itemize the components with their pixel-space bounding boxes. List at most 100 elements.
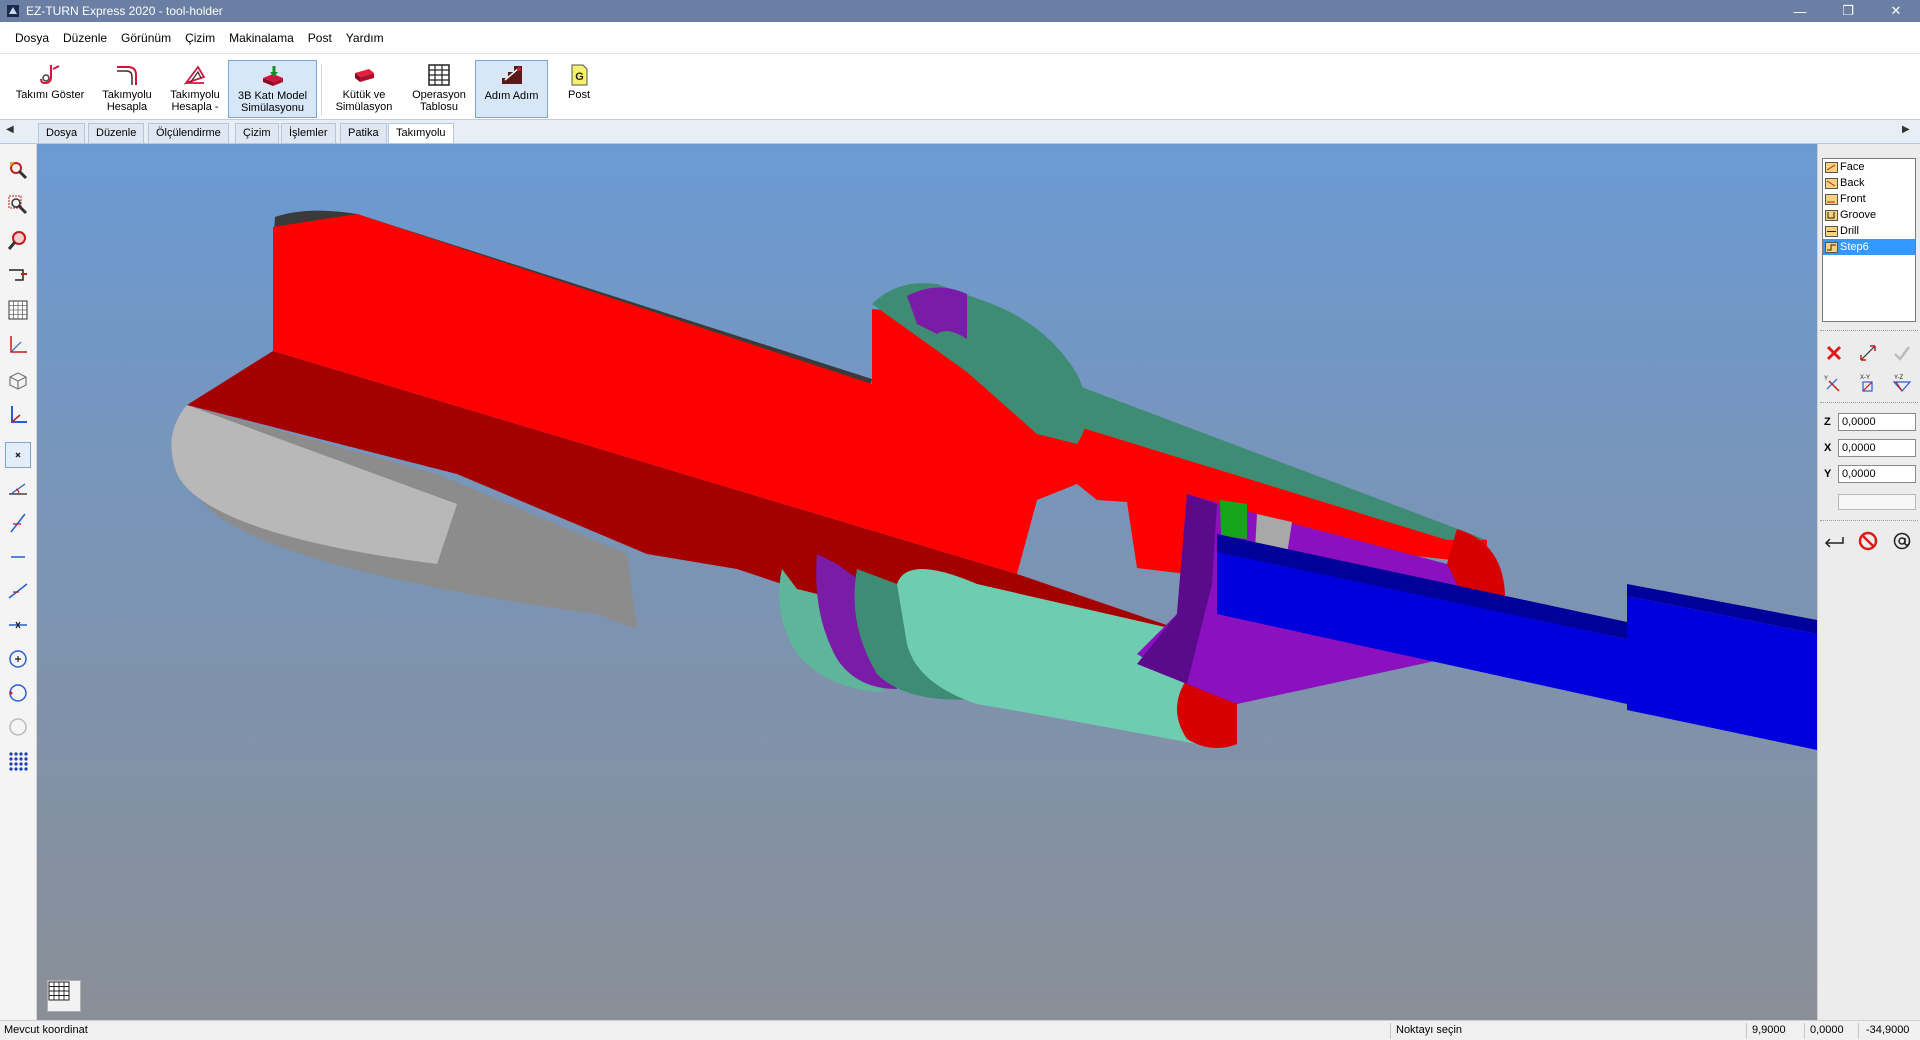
restore-button[interactable]: ❐ (1824, 0, 1872, 22)
menu-dosya[interactable]: Dosya (8, 22, 56, 54)
svg-text:Y-Z: Y-Z (1894, 375, 1903, 381)
minimize-button[interactable]: — (1776, 0, 1824, 22)
cancel-button[interactable] (1854, 528, 1882, 554)
step-by-step-button[interactable]: Adım Adım (475, 60, 548, 118)
3d-viewport[interactable] (37, 144, 1817, 1020)
horizontal-line-tool[interactable] (5, 544, 31, 570)
stock-simulation-button[interactable]: Kütük ve Simülasyon (326, 60, 402, 118)
status-bar: Mevcut koordinat Noktayı seçin 9,9000 0,… (0, 1020, 1920, 1040)
point-grid-tool[interactable] (5, 748, 31, 774)
right-panel: Face Back Front Groove Drill Step6 Y X-Y… (1817, 144, 1920, 1020)
menu-duzenle[interactable]: Düzenle (56, 22, 114, 54)
delete-button[interactable] (1820, 340, 1848, 366)
tab-patika[interactable]: Patika (340, 123, 387, 143)
yz-plane-icon: Y (1824, 376, 1840, 392)
tab-scroll-right-icon[interactable]: ▶ (1902, 124, 1910, 135)
angle-tool[interactable] (5, 476, 31, 502)
operation-label: Step6 (1840, 241, 1869, 253)
operation-item-face[interactable]: Face (1823, 159, 1915, 175)
menu-yardim[interactable]: Yardım (339, 22, 391, 54)
tab-duzenle[interactable]: Düzenle (88, 123, 145, 143)
grid-icon (8, 300, 28, 320)
point-grid-icon (9, 752, 28, 771)
tab-takimyolu[interactable]: Takımyolu (388, 123, 454, 143)
circle-tool[interactable] (5, 680, 31, 706)
z-label: Z (1824, 416, 1831, 428)
circle-center-tool[interactable] (5, 646, 31, 672)
step-by-step-icon (501, 66, 522, 84)
tab-cizim[interactable]: Çizim (235, 123, 279, 143)
zoom-pan-tool[interactable] (5, 157, 31, 183)
status-separator (1804, 1023, 1805, 1039)
front-op-icon (1825, 193, 1838, 205)
grid-toggle-button[interactable] (47, 980, 81, 1012)
compute-toolpath-all-button[interactable]: Takımyolu Hesapla - (164, 60, 226, 118)
fit-view-tool[interactable] (5, 262, 31, 288)
y-label: Y (1824, 468, 1832, 480)
compute-toolpath-icon (117, 66, 137, 85)
show-tool-button[interactable]: Takımı Göster (12, 60, 88, 118)
operation-label: Front (1840, 193, 1866, 205)
line-angle-tool[interactable] (5, 510, 31, 536)
post-label: Post (567, 89, 590, 101)
menu-post[interactable]: Post (301, 22, 339, 54)
tab-dosya[interactable]: Dosya (38, 123, 86, 143)
measure-button[interactable] (1854, 340, 1882, 366)
menu-bar: Dosya Düzenle Görünüm Çizim Makinalama P… (0, 22, 1920, 54)
close-button[interactable]: ✕ (1872, 0, 1920, 22)
zoom-window-icon (8, 195, 28, 215)
stock-simulation-label: Kütük ve Simülasyon (335, 89, 393, 113)
x-coordinate-input[interactable] (1838, 439, 1916, 457)
operation-label: Drill (1840, 225, 1859, 237)
status-coord-2: 0,0000 (1810, 1024, 1844, 1036)
point-select-tool[interactable] (5, 442, 31, 468)
operation-item-back[interactable]: Back (1823, 175, 1915, 191)
tab-strip: ◀ Dosya Düzenle Ölçülendirme Çizim İşlem… (0, 120, 1920, 144)
relative-coord-button[interactable] (1888, 528, 1916, 554)
operation-table-icon (428, 64, 450, 86)
status-coord-1: 9,9000 (1752, 1024, 1786, 1036)
yz-view-button[interactable]: Y-Z (1888, 370, 1916, 396)
show-tool-label: Takımı Göster (15, 89, 85, 101)
extra-input-field[interactable] (1838, 494, 1916, 510)
diagonal-line-tool[interactable] (5, 578, 31, 604)
panel-divider (1820, 402, 1918, 403)
yz-plane-button[interactable]: Y (1820, 370, 1848, 396)
tab-islemler[interactable]: İşlemler (281, 123, 336, 143)
isometric-view-tool[interactable] (5, 367, 31, 393)
xy-axes-tool[interactable] (5, 402, 31, 428)
operation-label: Back (1840, 177, 1865, 189)
circle-icon (9, 684, 27, 702)
y-coordinate-row: Y (1824, 464, 1916, 484)
y-coordinate-input[interactable] (1838, 465, 1916, 483)
menu-cizim[interactable]: Çizim (178, 22, 222, 54)
grid-view-tool[interactable] (5, 297, 31, 323)
zoom-tool[interactable] (5, 227, 31, 253)
compute-toolpath-button[interactable]: Takımyolu Hesapla (96, 60, 158, 118)
app-logo-icon (7, 5, 19, 17)
midpoint-line-tool[interactable] (5, 612, 31, 638)
operation-table-button[interactable]: Operasyon Tablosu (406, 60, 472, 118)
operation-item-drill[interactable]: Drill (1823, 223, 1915, 239)
tab-olculendirme[interactable]: Ölçülendirme (148, 123, 229, 143)
zx-axes-icon (10, 336, 27, 353)
confirm-button[interactable] (1888, 340, 1916, 366)
tool-holder-solid-model (171, 210, 1817, 750)
circle-disabled-tool[interactable] (5, 714, 31, 740)
post-button[interactable]: G Post (554, 60, 604, 118)
menu-gorunum[interactable]: Görünüm (114, 22, 178, 54)
z-coordinate-input[interactable] (1838, 413, 1916, 431)
operation-label: Face (1840, 161, 1865, 173)
tab-scroll-left-icon[interactable]: ◀ (6, 124, 14, 135)
solid-simulation-button[interactable]: 3B Katı Model Simülasyonu (228, 60, 317, 118)
operation-item-groove[interactable]: Groove (1823, 207, 1915, 223)
enter-button[interactable] (1820, 528, 1848, 554)
zoom-window-tool[interactable] (5, 192, 31, 218)
circle-outline-icon (9, 718, 27, 736)
operation-item-step6[interactable]: Step6 (1823, 239, 1915, 255)
operation-item-front[interactable]: Front (1823, 191, 1915, 207)
operation-list[interactable]: Face Back Front Groove Drill Step6 (1822, 158, 1916, 322)
zx-plane-tool[interactable] (5, 332, 31, 358)
menu-makinalama[interactable]: Makinalama (222, 22, 301, 54)
xy-plane-button[interactable]: X-Y (1854, 370, 1882, 396)
